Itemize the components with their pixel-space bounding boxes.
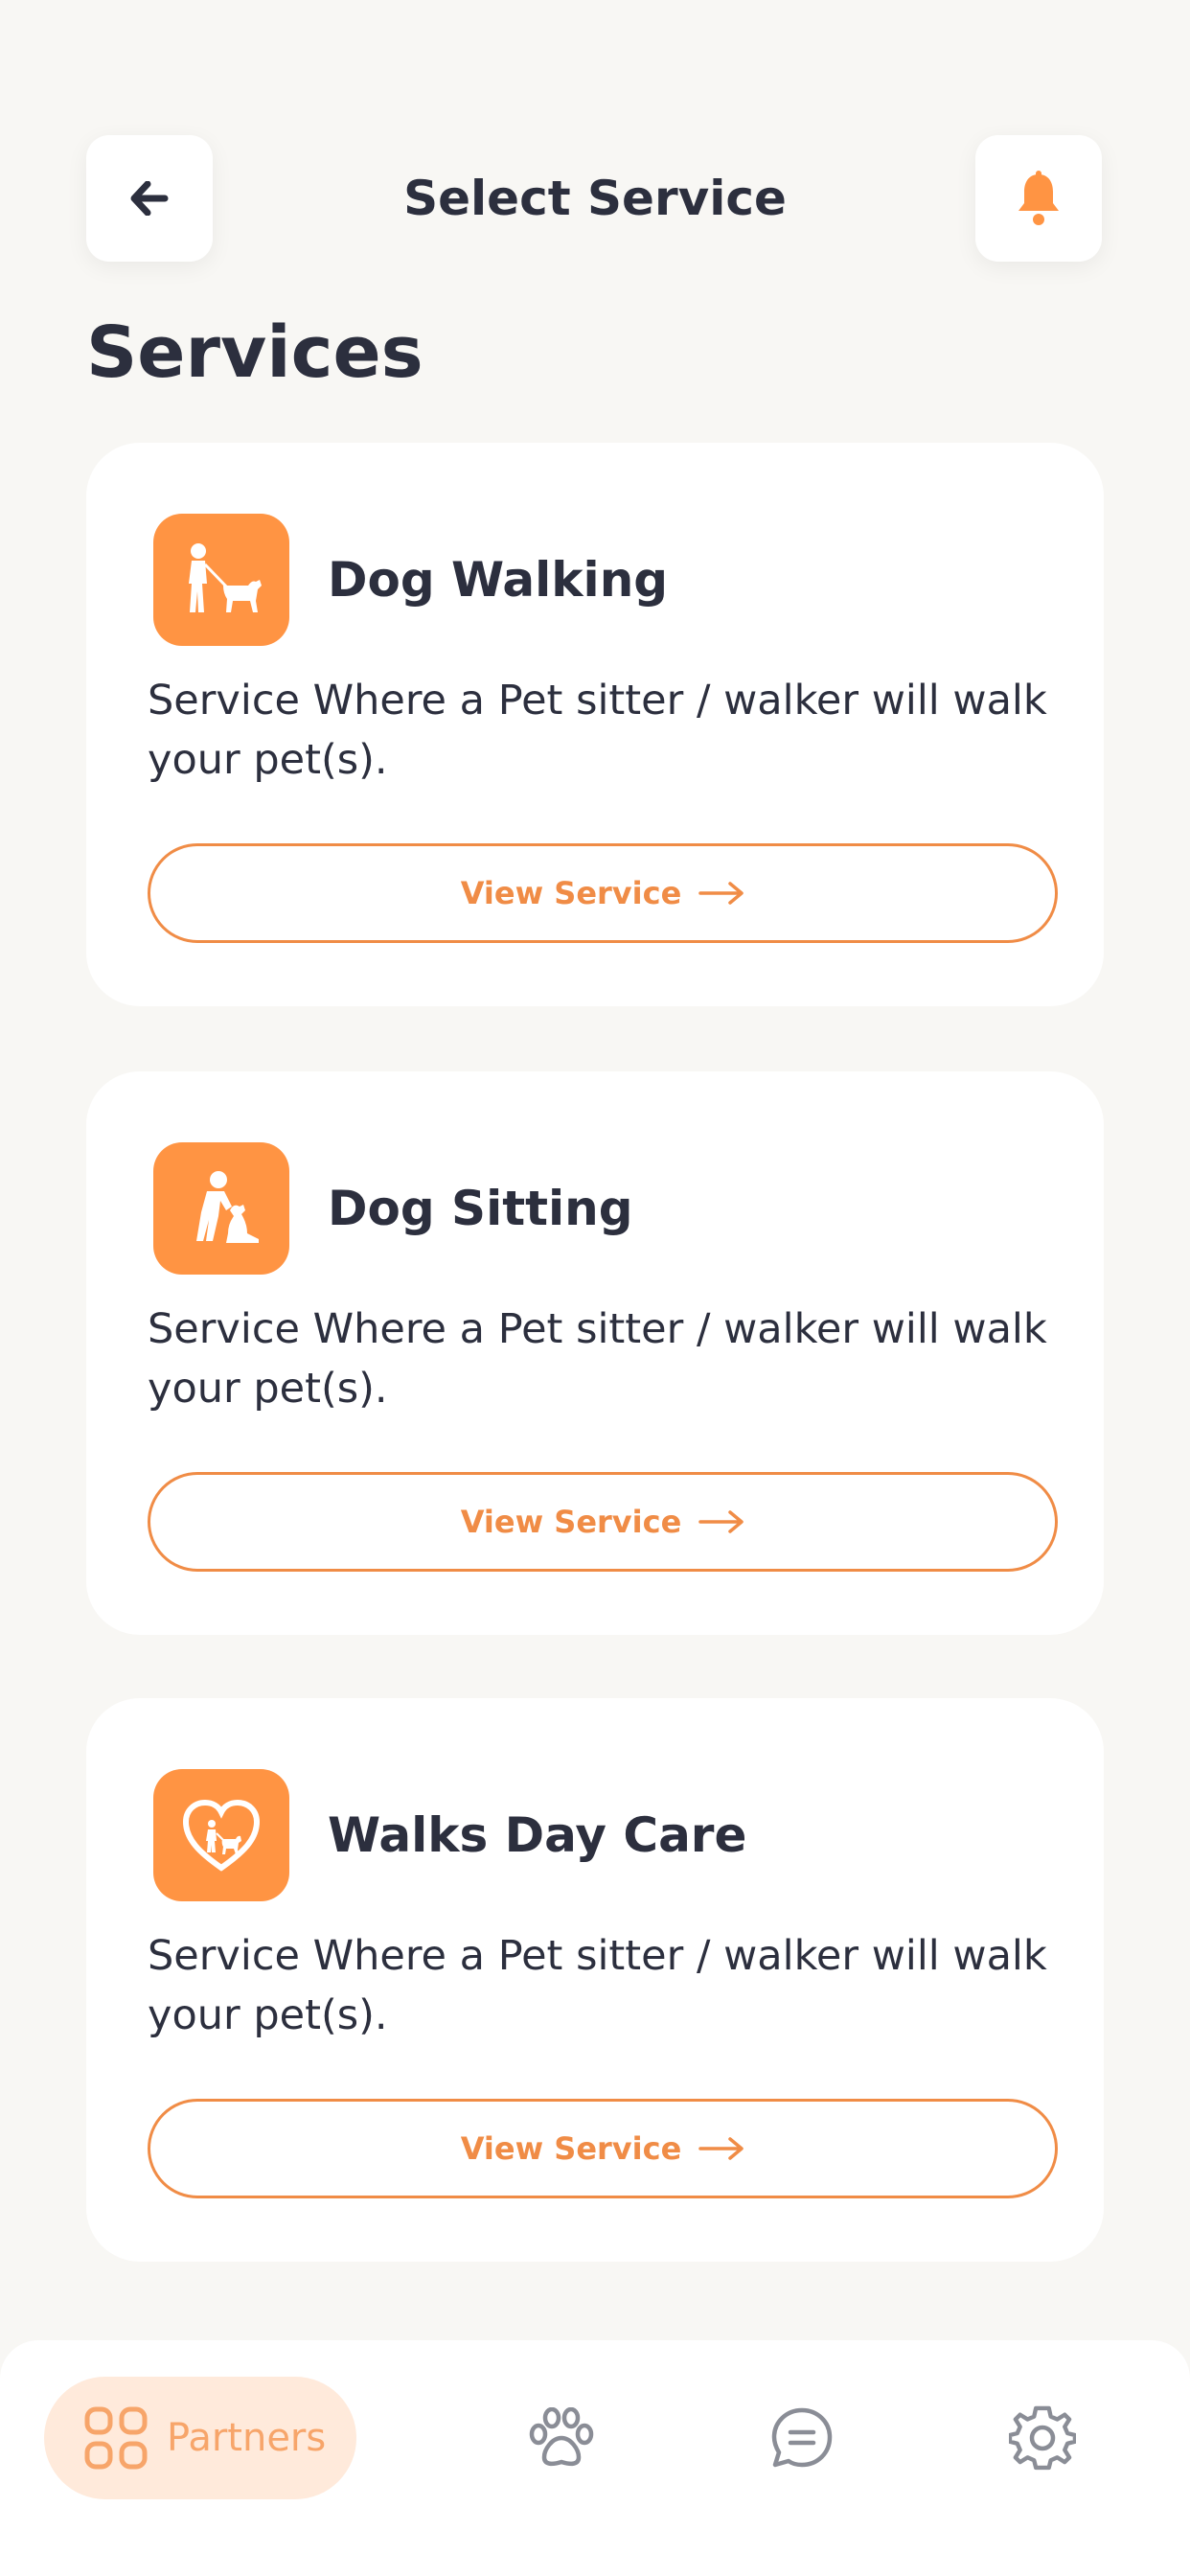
service-title: Walks Day Care (328, 1807, 747, 1863)
arrow-right-icon (698, 881, 744, 906)
service-icon-badge (153, 514, 289, 646)
paw-icon (529, 2407, 594, 2467)
service-title: Dog Sitting (328, 1181, 633, 1236)
view-service-button[interactable]: View Service (148, 843, 1058, 943)
nav-item-label: Partners (167, 2416, 327, 2460)
service-card-dog-sitting: Dog Sitting Service Where a Pet sitter /… (86, 1071, 1104, 1635)
view-service-label: View Service (460, 2130, 682, 2167)
nav-item-partners[interactable]: Partners (44, 2377, 356, 2499)
view-service-label: View Service (460, 1504, 682, 1540)
service-description: Service Where a Pet sitter / walker will… (148, 1305, 1047, 1413)
arrow-right-icon (698, 1509, 744, 1534)
arrow-right-icon (698, 2136, 744, 2161)
view-service-button[interactable]: View Service (148, 1472, 1058, 1572)
heart-dog-icon (182, 1799, 261, 1872)
dog-walking-icon (189, 543, 262, 612)
service-description: Service Where a Pet sitter / walker will… (148, 1932, 1047, 2039)
dog-sitting-icon (196, 1171, 259, 1243)
notifications-button[interactable] (975, 135, 1102, 262)
select-service-screen: Select Service Services Dog Walking Serv… (0, 0, 1190, 2576)
grid-icon (84, 2406, 148, 2470)
settings-icon (1009, 2405, 1076, 2471)
service-card-dog-walking: Dog Walking Service Where a Pet sitter /… (86, 443, 1104, 1006)
section-title: Services (86, 311, 423, 394)
service-icon-badge (153, 1142, 289, 1275)
service-title: Dog Walking (328, 552, 669, 608)
nav-item-pets[interactable] (523, 2400, 600, 2476)
chat-icon (771, 2407, 833, 2468)
nav-item-messages[interactable] (764, 2400, 840, 2476)
service-card-walks-day-care: Walks Day Care Service Where a Pet sitte… (86, 1698, 1104, 2262)
view-service-label: View Service (460, 875, 682, 911)
bell-icon (1018, 171, 1059, 225)
service-description: Service Where a Pet sitter / walker will… (148, 677, 1047, 784)
bottom-navigation: Partners (0, 2340, 1190, 2576)
service-icon-badge (153, 1769, 289, 1901)
nav-item-settings[interactable] (1004, 2400, 1081, 2476)
view-service-button[interactable]: View Service (148, 2099, 1058, 2198)
